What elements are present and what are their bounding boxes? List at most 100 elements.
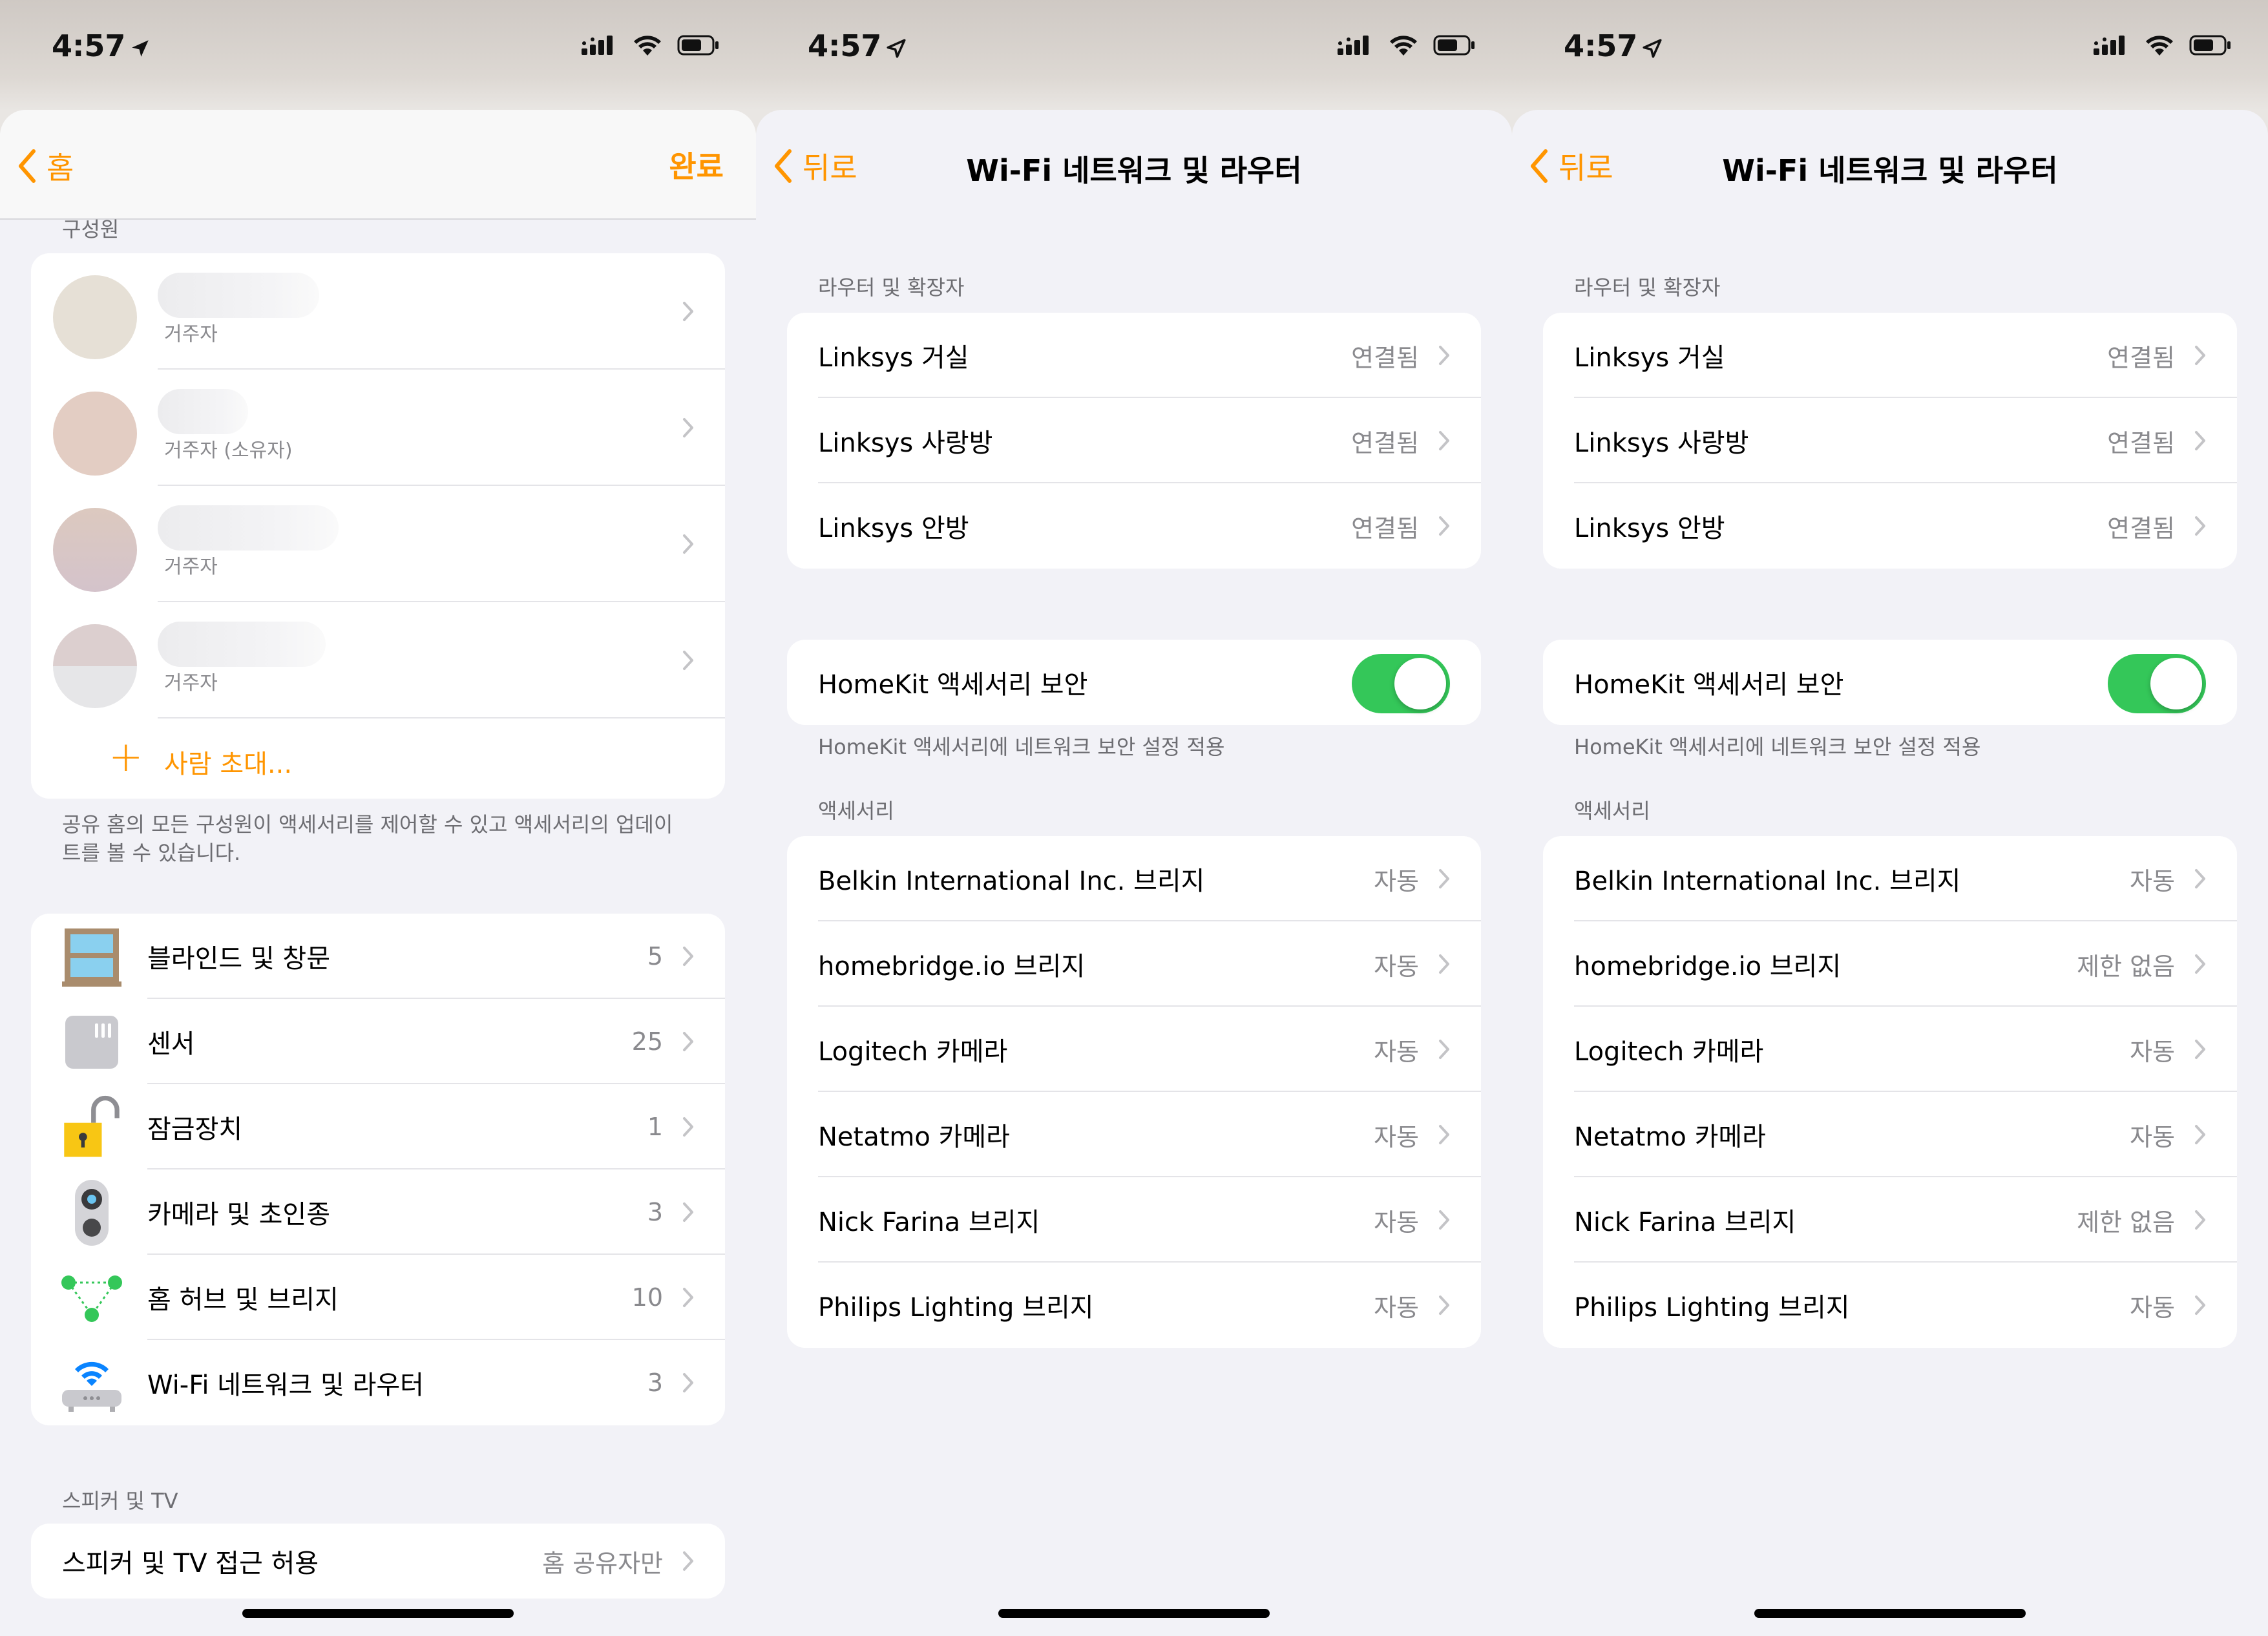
chevron-right-icon [1439,869,1449,888]
members-footer: 공유 홈의 모든 구성원이 액세서리를 제어할 수 있고 액세서리의 업데이트를… [62,812,673,865]
members-group: 거주자 거주자 (소유자) 거주자 거주자 + 사람 초대... [31,253,725,799]
member-row[interactable]: 거주자 (소유자) [31,370,725,486]
accessory-row[interactable]: Nick Farina 브리지 제한 없음 [1543,1177,2237,1263]
cellular-signal-icon [1338,36,1369,55]
router-label: Linksys 사랑방 [818,428,993,458]
accessory-row[interactable]: homebridge.io 브리지 자동 [787,921,1481,1007]
router-row[interactable]: Linksys 거실 연결됨 [787,313,1481,398]
router-row[interactable]: Linksys 거실 연결됨 [1543,313,2237,398]
wifi-routers-screen: 4:57 뒤로 Wi-Fi 네트워크 및 라우터 라우터 및 확장자 Links… [756,0,1512,1636]
done-button[interactable]: 완료 [669,143,724,186]
router-row[interactable]: Linksys 사랑방 연결됨 [1543,398,2237,483]
wifi-icon [1390,36,1417,56]
wifi-icon [2146,36,2173,56]
chevron-right-icon [683,1373,693,1392]
routers-header: 라우터 및 확장자 [1574,275,1721,300]
accessory-row[interactable]: Philips Lighting 브리지 자동 [1543,1263,2237,1348]
accessory-row[interactable]: homebridge.io 브리지 제한 없음 [1543,921,2237,1007]
category-label: 센서 [147,1029,195,1059]
security-footer: HomeKit 액세서리에 네트워크 보안 설정 적용 [818,735,1225,759]
homekit-security-toggle[interactable] [2108,654,2206,713]
accessory-label: Philips Lighting 브리지 [1574,1293,1850,1323]
chevron-right-icon [2195,1040,2205,1059]
accessories-group: Belkin International Inc. 브리지 자동 homebri… [787,836,1481,1348]
category-row-sensors[interactable]: 센서 25 [31,999,725,1084]
blurred-name [158,389,248,434]
router-status: 연결됨 [1351,343,1419,372]
category-count: 1 [647,1113,663,1141]
category-label: Wi-Fi 네트워크 및 라우터 [147,1370,424,1400]
accessory-row[interactable]: Netatmo 카메라 자동 [787,1092,1481,1177]
wifi-routers-screen-updated: 4:57 뒤로 Wi-Fi 네트워크 및 라우터 라우터 및 확장자 Links… [1512,0,2268,1636]
accessory-row[interactable]: Nick Farina 브리지 자동 [787,1177,1481,1263]
home-indicator[interactable] [242,1609,514,1618]
avatar [53,275,137,359]
security-group: HomeKit 액세서리 보안 [1543,640,2237,725]
accessory-setting: 자동 [1374,1208,1419,1237]
back-label: 홈 [47,151,74,185]
wifi-icon [634,36,661,56]
chevron-right-icon [683,302,693,321]
member-role: 거주자 [164,556,218,578]
member-role: 거주자 (소유자) [164,439,293,462]
chevron-right-icon [2195,1210,2205,1230]
member-row[interactable]: 거주자 [31,253,725,370]
accessory-row[interactable]: Philips Lighting 브리지 자동 [787,1263,1481,1348]
category-row-wifi-routers[interactable]: Wi-Fi 네트워크 및 라우터 3 [31,1340,725,1425]
chevron-left-icon [19,149,36,183]
chevron-right-icon [2195,954,2205,974]
chevron-right-icon [2195,869,2205,888]
category-row-locks[interactable]: 잠금장치 1 [31,1084,725,1169]
chevron-right-icon [1439,516,1449,536]
cellular-signal-icon [582,36,613,55]
status-time: 4:57 [52,28,151,63]
category-count: 3 [647,1198,663,1226]
chevron-right-icon [1439,1295,1449,1315]
accessory-row[interactable]: Logitech 카메라 자동 [787,1007,1481,1092]
avatar [53,624,137,708]
category-row-hubs[interactable]: 홈 허브 및 브리지 10 [31,1255,725,1340]
accessory-row[interactable]: Belkin International Inc. 브리지 자동 [787,836,1481,921]
chevron-right-icon [2195,346,2205,365]
chevron-right-icon [683,1117,693,1137]
homekit-security-toggle[interactable] [1352,654,1450,713]
status-icons [2094,34,2232,57]
back-button[interactable]: 홈 [17,143,74,189]
category-row-blinds[interactable]: 블라인드 및 창문 5 [31,914,725,999]
member-row[interactable]: 거주자 [31,602,725,718]
status-time: 4:57 [808,28,907,63]
router-row[interactable]: Linksys 안방 연결됨 [1543,483,2237,569]
categories-group: 블라인드 및 창문 5 센서 25 잠금장치 1 카메라 및 초인종 3 홈 허… [31,914,725,1425]
speakers-access-row[interactable]: 스피커 및 TV 접근 허용 홈 공유자만 [31,1524,725,1599]
avatar [53,392,137,476]
router-row[interactable]: Linksys 안방 연결됨 [787,483,1481,569]
chevron-right-icon [2195,1125,2205,1144]
router-row[interactable]: Linksys 사랑방 연결됨 [787,398,1481,483]
plus-icon: + [109,733,143,781]
home-indicator[interactable] [998,1609,1270,1618]
member-row[interactable]: 거주자 [31,486,725,602]
category-row-cameras[interactable]: 카메라 및 초인종 3 [31,1169,725,1255]
invite-people-button[interactable]: + 사람 초대... [31,718,725,799]
accessory-label: Belkin International Inc. 브리지 [1574,866,1961,896]
chevron-right-icon [683,1551,693,1571]
accessory-row[interactable]: Logitech 카메라 자동 [1543,1007,2237,1092]
router-status: 연결됨 [1351,428,1419,457]
home-settings-screen: 4:57 홈 완료 구성원 거주자 거주자 (소유자) 거주자 거주자 + 사람… [0,0,756,1636]
accessory-row[interactable]: Belkin International Inc. 브리지 자동 [1543,836,2237,921]
chevron-right-icon [2195,1295,2205,1315]
router-status: 연결됨 [1351,514,1419,543]
router-status: 연결됨 [2107,343,2175,372]
accessories-group: Belkin International Inc. 브리지 자동 homebri… [1543,836,2237,1348]
accessory-row[interactable]: Netatmo 카메라 자동 [1543,1092,2237,1177]
lock-icon [59,1095,124,1157]
location-arrow-icon [132,39,149,57]
home-indicator[interactable] [1754,1609,2026,1618]
routers-group: Linksys 거실 연결됨 Linksys 사랑방 연결됨 Linksys 안… [1543,313,2237,569]
accessory-label: Nick Farina 브리지 [818,1208,1040,1237]
category-count: 25 [631,1027,663,1056]
avatar [53,508,137,592]
chevron-right-icon [1439,954,1449,974]
battery-icon [1433,35,1475,56]
accessory-label: Logitech 카메라 [818,1037,1008,1067]
